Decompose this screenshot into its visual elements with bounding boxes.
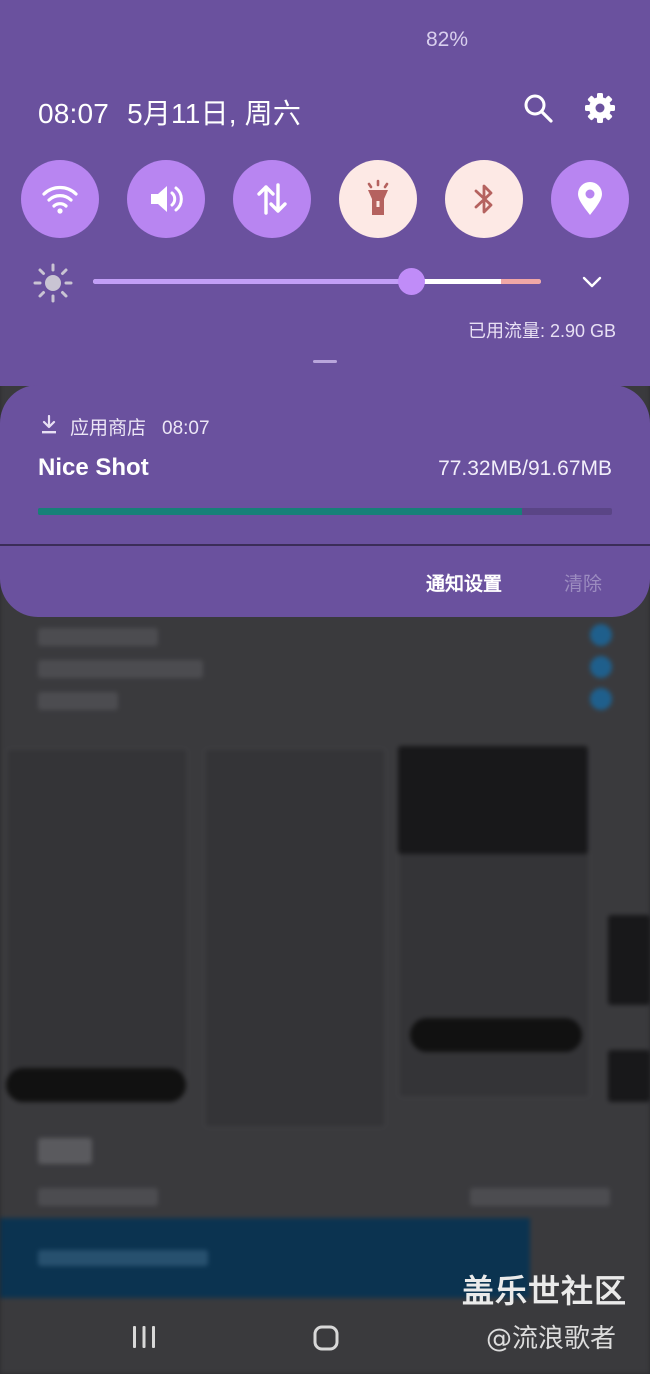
- bg-heading: [38, 1138, 92, 1164]
- bg-card: [6, 748, 188, 1078]
- date-time[interactable]: 08:07 5月11日, 周六: [38, 92, 301, 132]
- location-toggle[interactable]: [551, 160, 629, 238]
- bg-pill: [6, 1068, 186, 1102]
- wifi-toggle[interactable]: [21, 160, 99, 238]
- bg-dot: [590, 624, 612, 646]
- flashlight-icon: [367, 179, 389, 215]
- bg-thumbnail: [608, 915, 650, 1005]
- data-transfer-icon: [257, 183, 287, 215]
- bg-card: [204, 748, 386, 1128]
- divider: [0, 544, 650, 546]
- bg-text: [38, 692, 118, 710]
- notification-meta: 应用商店 08:07: [70, 413, 210, 440]
- bg-text: [470, 1188, 610, 1206]
- download-progress-text: 77.32MB/91.67MB: [438, 457, 612, 480]
- location-pin-icon: [578, 182, 602, 215]
- clear-button[interactable]: 清除: [564, 569, 602, 596]
- mobile-data-toggle[interactable]: [233, 160, 311, 238]
- bg-text: [38, 1188, 158, 1206]
- gear-icon[interactable]: [584, 92, 616, 124]
- brightness-limit: [501, 279, 541, 284]
- notification-time: 08:07: [162, 418, 210, 439]
- brightness-thumb[interactable]: [398, 268, 426, 295]
- home-icon[interactable]: [312, 1324, 340, 1352]
- search-icon[interactable]: [522, 92, 554, 124]
- download-icon: [42, 415, 56, 434]
- bluetooth-icon: [474, 184, 493, 214]
- download-progress-bar: [38, 508, 612, 515]
- quick-panel: 82% 08:07 5月11日, 周六 已用流量: 2.90 GB: [0, 0, 650, 386]
- clock: 08:07: [38, 98, 110, 129]
- notification-title: Nice Shot: [38, 454, 149, 481]
- download-progress-fill: [38, 508, 522, 515]
- panel-handle[interactable]: [313, 360, 337, 363]
- bg-text: [38, 660, 203, 678]
- chevron-down-icon[interactable]: [580, 270, 604, 294]
- date: 5月11日, 周六: [127, 98, 302, 129]
- download-notification[interactable]: 应用商店 08:07 Nice Shot 77.32MB/91.67MB 通知设置…: [0, 385, 650, 617]
- bg-dot: [590, 688, 612, 710]
- recent-apps-icon[interactable]: [130, 1324, 158, 1350]
- watermark-author: @流浪歌者: [486, 1324, 617, 1354]
- bg-dot: [590, 656, 612, 678]
- flashlight-toggle[interactable]: [339, 160, 417, 238]
- speaker-icon: [151, 186, 183, 212]
- bg-banner-text: [38, 1250, 208, 1266]
- watermark-title: 盖乐世社区: [462, 1272, 628, 1310]
- brightness-slider[interactable]: [93, 279, 541, 284]
- battery-level: 82%: [426, 28, 469, 51]
- bg-thumbnail: [398, 746, 588, 854]
- data-usage-label: 已用流量: 2.90 GB: [467, 321, 616, 341]
- notification-app-name: 应用商店: [70, 418, 147, 439]
- bluetooth-toggle[interactable]: [445, 160, 523, 238]
- brightness-icon: [33, 263, 73, 303]
- bg-thumbnail: [608, 1050, 650, 1102]
- notification-settings-button[interactable]: 通知设置: [426, 569, 502, 596]
- bg-text: [38, 628, 158, 646]
- sound-toggle[interactable]: [127, 160, 205, 238]
- wifi-icon: [42, 186, 78, 214]
- bg-pill: [410, 1018, 582, 1052]
- brightness-fill: [93, 279, 412, 284]
- notification-body[interactable]: 应用商店 08:07 Nice Shot 77.32MB/91.67MB: [0, 385, 650, 545]
